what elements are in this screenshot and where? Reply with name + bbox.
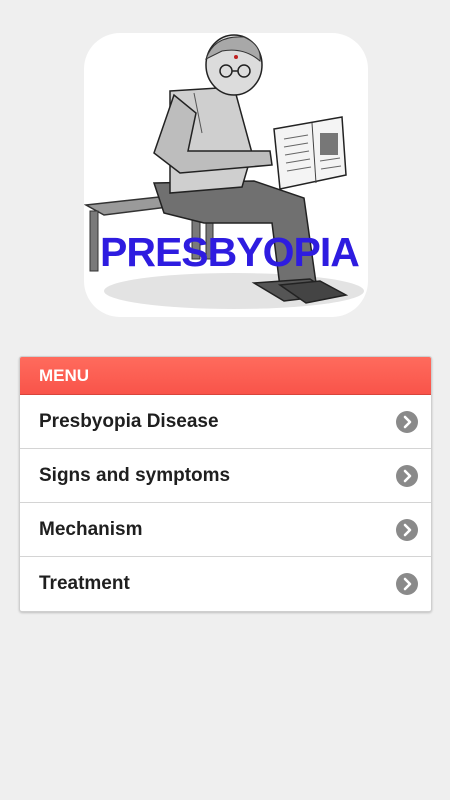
menu-card: MENU Presbyopia Disease Signs and sympto… (19, 356, 432, 612)
app-banner-image: PRESBYOPIA (84, 33, 368, 317)
menu-item-signs-and-symptoms[interactable]: Signs and symptoms (20, 449, 431, 503)
menu-item-presbyopia-disease[interactable]: Presbyopia Disease (20, 395, 431, 449)
chevron-right-circle-icon (396, 518, 418, 541)
menu-header: MENU (20, 357, 431, 395)
chevron-right-circle-icon (396, 410, 418, 433)
menu-item-treatment[interactable]: Treatment (20, 557, 431, 611)
menu-item-label: Treatment (39, 573, 130, 594)
menu-item-label: Mechanism (39, 518, 143, 540)
chevron-right-circle-icon (396, 573, 418, 595)
chevron-right-circle-icon (396, 464, 418, 487)
banner-title: PRESBYOPIA (100, 229, 360, 275)
menu-item-label: Signs and symptoms (39, 464, 231, 486)
menu-item-label: Presbyopia Disease (39, 410, 219, 432)
menu-item-mechanism[interactable]: Mechanism (20, 503, 431, 557)
